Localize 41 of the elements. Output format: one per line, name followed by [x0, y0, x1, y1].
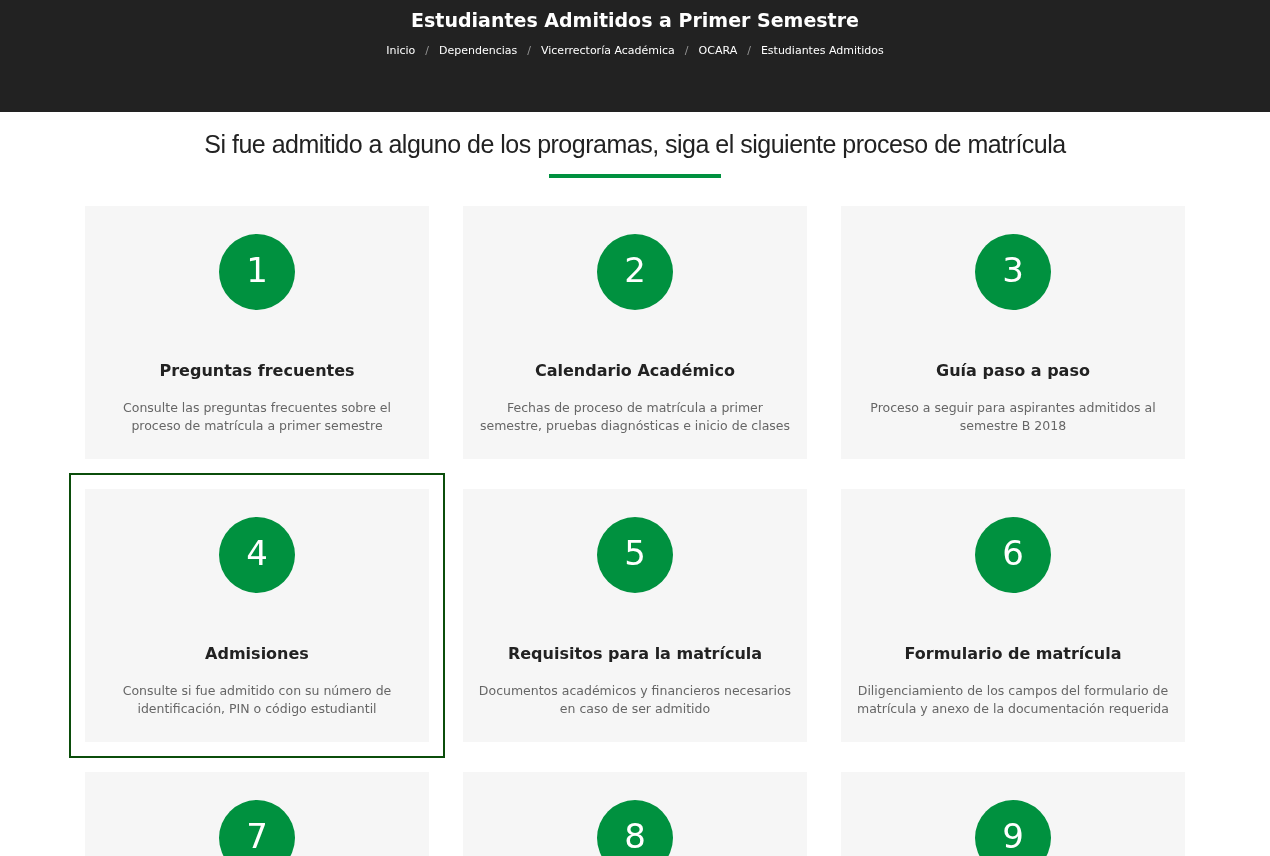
card-title: Admisiones — [205, 642, 309, 665]
step-number: 2 — [597, 233, 673, 310]
step-number: 8 — [597, 799, 673, 856]
step-card[interactable]: 1 Preguntas frecuentes Consulte las preguntas frecuentes sobre el proceso de matrícula a primer semestre — [69, 189, 445, 475]
breadcrumb-separator: / — [684, 43, 689, 59]
step-card[interactable]: 2 Calendario Académico Fechas de proceso de matrícula a primer semestre, pruebas diagnósticas e inicio de clases — [447, 189, 823, 475]
card-description: Fechas de proceso de matrícula a primer semestre, pruebas diagnósticas e inicio de clases — [478, 398, 791, 435]
step-card[interactable]: 5 Requisitos para la matrícula Documentos académicos y financieros necesarios en caso de ser admitido — [447, 472, 823, 758]
step-card[interactable]: 6 Formulario de matrícula Diligenciamiento de los campos del formulario de matrícula y anexo de la documentación requerida — [825, 472, 1201, 758]
breadcrumb-link[interactable]: Inicio — [386, 43, 416, 60]
step-number: 4 — [219, 516, 295, 593]
step-card[interactable]: 8 — [447, 755, 823, 856]
card-description: Proceso a seguir para aspirantes admitidos al semestre B 2018 — [869, 398, 1157, 435]
step-card[interactable]: 4 Admisiones Consulte si fue admitido con su número de identificación, PIN o código estudiantil — [69, 472, 445, 758]
breadcrumb-link[interactable]: Estudiantes Admitidos — [760, 43, 884, 60]
breadcrumb-link[interactable]: Dependencias — [439, 43, 518, 60]
step-card[interactable]: 3 Guía paso a paso Proceso a seguir para aspirantes admitidos al semestre B 2018 — [825, 189, 1201, 475]
breadcrumb-separator: / — [747, 43, 751, 59]
page-title: Estudiantes Admitidos a Primer Semestre — [411, 8, 859, 33]
card-description: Consulte si fue admitido con su número de identificación, PIN o código estudiantil — [121, 681, 393, 718]
step-number: 3 — [975, 233, 1051, 310]
card-description: Consulte las preguntas frecuentes sobre el proceso de matrícula a primer semestre — [122, 398, 392, 435]
card-title: Preguntas frecuentes — [159, 359, 355, 382]
step-number: 5 — [597, 516, 673, 593]
card-title: Formulario de matrícula — [904, 642, 1122, 665]
step-number: 7 — [219, 799, 295, 856]
card-title: Requisitos para la matrícula — [507, 642, 763, 665]
card-title: Guía paso a paso — [936, 359, 1090, 382]
step-number: 1 — [219, 233, 295, 310]
breadcrumb-link[interactable]: Vicerrectoría Académica — [541, 43, 675, 60]
breadcrumb-separator: / — [527, 43, 531, 59]
section-heading: Si fue admitido a alguno de los programas, siga el siguiente proceso de matrícula — [204, 129, 1066, 160]
card-description: Diligenciamiento de los campos del formulario de matrícula y anexo de la documentación requerida — [856, 681, 1170, 718]
step-number: 9 — [975, 799, 1051, 856]
card-title: Calendario Académico — [534, 359, 736, 382]
breadcrumb-separator: / — [425, 43, 429, 59]
step-card[interactable]: 9 — [825, 755, 1201, 856]
step-card[interactable]: 7 — [69, 755, 445, 856]
step-number: 6 — [975, 516, 1051, 593]
breadcrumb-link[interactable]: OCARA — [698, 43, 738, 60]
card-description: Documentos académicos y financieros necesarios en caso de ser admitido — [477, 681, 793, 718]
